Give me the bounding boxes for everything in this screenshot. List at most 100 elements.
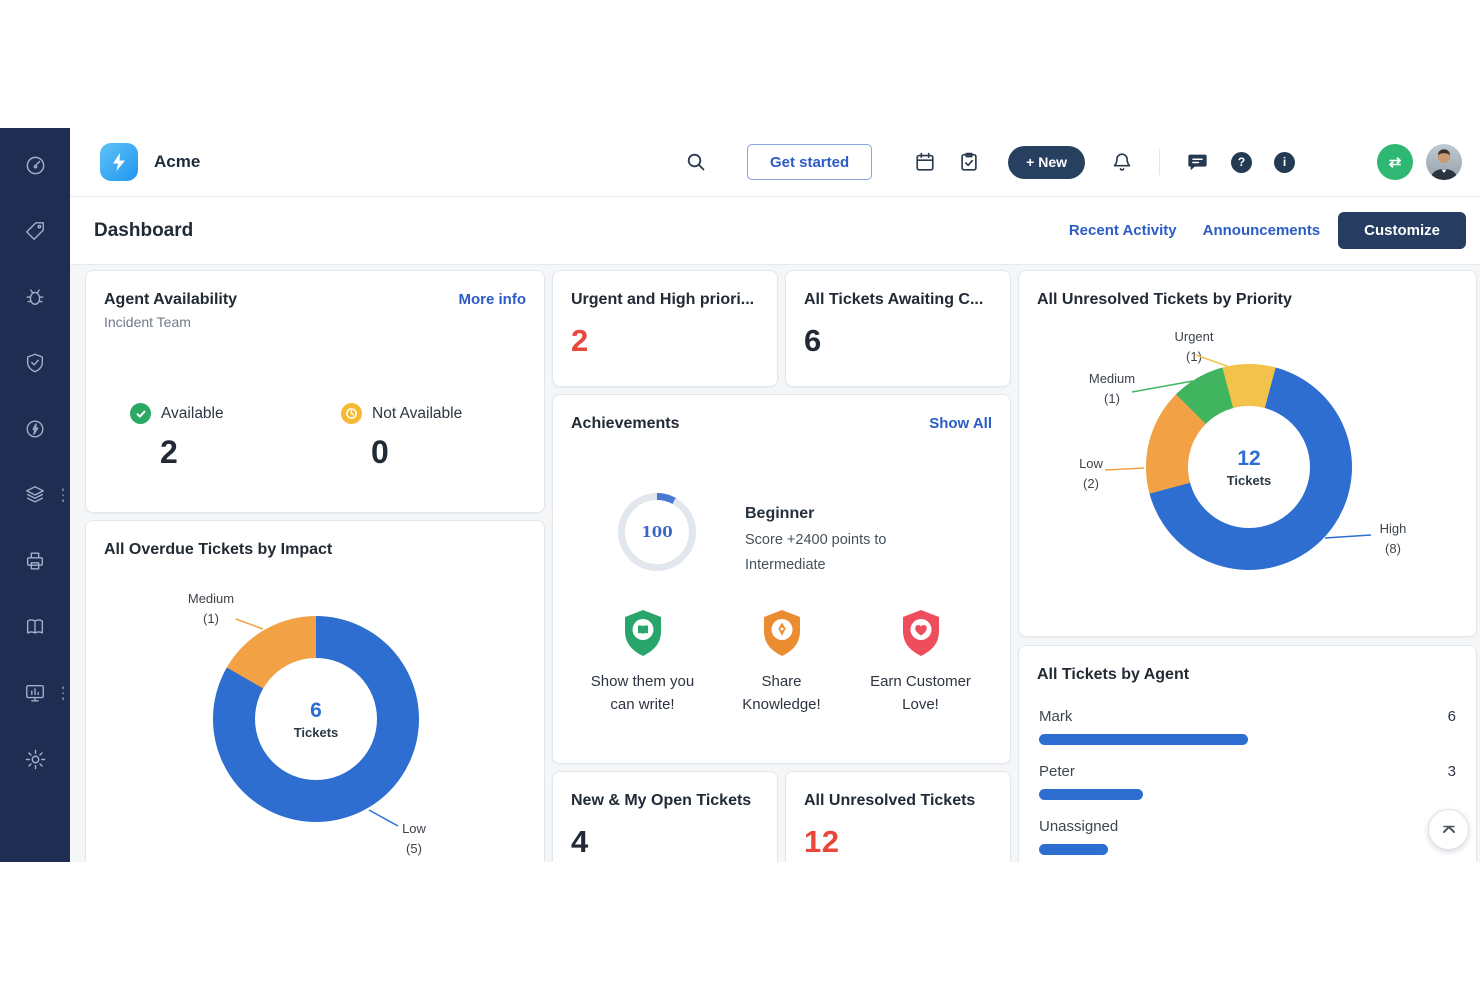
chat-button[interactable] (1186, 151, 1209, 173)
sidebar-item-problems[interactable] (0, 264, 70, 330)
bolt-icon (109, 152, 129, 172)
agent-name: Mark (1039, 708, 1072, 725)
agent-name: Peter (1039, 763, 1075, 780)
sidebar-item-releases[interactable] (0, 396, 70, 462)
card-title: All Tickets Awaiting C... (804, 291, 983, 309)
card-new-my-open: New & My Open Tickets 4 (552, 771, 778, 862)
app-switcher-button[interactable]: ⇄ (1377, 144, 1413, 180)
customize-button[interactable]: Customize (1338, 212, 1466, 249)
badge-label-line2: can write! (591, 693, 694, 716)
tasks-button[interactable] (958, 151, 980, 173)
notifications-button[interactable] (1111, 151, 1133, 173)
not-available-label: Not Available (372, 405, 462, 423)
solutions-icon (24, 616, 46, 638)
agent-row[interactable]: Mark 6 (1039, 708, 1456, 745)
announcements-link[interactable]: Announcements (1203, 222, 1321, 239)
agent-value: 6 (1448, 708, 1456, 725)
releases-icon (24, 418, 46, 440)
badge-label-line2: Knowledge! (742, 693, 820, 716)
brand-logo[interactable] (100, 143, 138, 181)
badge-label-line1: Share (742, 670, 820, 693)
sidebar (0, 128, 70, 862)
user-avatar[interactable] (1426, 144, 1462, 180)
agent-bar[interactable] (1039, 844, 1108, 855)
shield-book-icon (620, 608, 666, 658)
badge-knowledge[interactable]: Share Knowledge! (712, 608, 851, 717)
chevron-up-icon (1441, 822, 1457, 838)
more-info-link[interactable]: More info (459, 291, 527, 308)
achievement-score-line2: Intermediate (745, 557, 886, 573)
problems-icon (24, 286, 46, 308)
new-my-open-value: 4 (571, 824, 589, 860)
donut-center-value: 6 (310, 699, 322, 723)
dashboard-main: Agent Availability Incident Team More in… (70, 265, 1480, 862)
sidebar-item-changes[interactable] (0, 330, 70, 396)
not-available-value: 0 (371, 434, 462, 471)
page-title: Dashboard (94, 220, 193, 242)
donut-center-label: Tickets (1227, 473, 1272, 488)
analytics-kebab-icon[interactable] (62, 686, 65, 700)
chat-icon (1186, 151, 1209, 173)
scroll-to-top-button[interactable] (1428, 809, 1469, 850)
show-all-link[interactable]: Show All (929, 415, 992, 432)
achievement-progress-ring: 100 (618, 493, 696, 571)
impact-donut-chart[interactable]: 6 Tickets (213, 616, 419, 822)
dashboard-bar: Dashboard Recent Activity Announcements … (70, 197, 1480, 265)
label-urgent: Urgent (1) (1159, 327, 1229, 367)
achievement-level: Beginner (745, 505, 886, 523)
new-button[interactable]: + New (1008, 146, 1085, 179)
donut-center-value: 12 (1237, 447, 1260, 471)
agent-row[interactable]: Unassigned (1039, 818, 1456, 855)
sidebar-item-settings[interactable] (0, 726, 70, 792)
sidebar-item-analytics[interactable] (0, 660, 70, 726)
badge-label-line1: Earn Customer (870, 670, 971, 693)
all-unresolved-value: 12 (804, 824, 839, 860)
label-low: Low (2) (1061, 454, 1121, 494)
question-icon: ? (1238, 155, 1245, 169)
search-icon (685, 151, 707, 173)
priority-donut-chart[interactable]: 12 Tickets (1146, 364, 1352, 570)
card-title: All Tickets by Agent (1037, 666, 1189, 684)
top-header: Acme Get started + New ? i ⇄ (70, 128, 1480, 197)
available-check-icon (130, 403, 151, 424)
badge-write[interactable]: Show them you can write! (573, 608, 712, 717)
urgent-high-value: 2 (571, 323, 589, 359)
calendar-button[interactable] (914, 151, 936, 173)
recent-activity-link[interactable]: Recent Activity (1069, 222, 1177, 239)
tickets-awaiting-value: 6 (804, 323, 822, 359)
agent-bar[interactable] (1039, 789, 1143, 800)
sidebar-item-dashboard[interactable] (0, 132, 70, 198)
brand-name: Acme (154, 152, 200, 172)
agent-bar[interactable] (1039, 734, 1248, 745)
card-title: All Overdue Tickets by Impact (104, 541, 332, 559)
not-available-clock-icon (341, 403, 362, 424)
dashboard-bar-actions: Recent Activity Announcements Customize (1069, 212, 1466, 249)
card-title: New & My Open Tickets (571, 792, 751, 810)
label-medium: Medium (1) (1077, 369, 1147, 409)
avatar-person-icon (1426, 144, 1462, 180)
sidebar-item-solutions[interactable] (0, 594, 70, 660)
brand: Acme (100, 143, 200, 181)
achievement-texts: Beginner Score +2400 points to Intermedi… (745, 505, 886, 573)
badge-love[interactable]: Earn Customer Love! (851, 608, 990, 717)
card-title: Urgent and High priori... (571, 291, 754, 309)
card-overdue-by-impact: All Overdue Tickets by Impact 6 Tickets … (85, 520, 545, 862)
sidebar-item-purchase[interactable] (0, 528, 70, 594)
clipboard-check-icon (958, 151, 980, 173)
sidebar-item-tickets[interactable] (0, 198, 70, 264)
agent-bar-chart: Mark 6 Peter 3 Unassigned (1039, 708, 1456, 862)
agent-row[interactable]: Peter 3 (1039, 763, 1456, 800)
get-started-button[interactable]: Get started (747, 144, 872, 180)
achievement-score: 100 (641, 523, 672, 541)
card-title: All Unresolved Tickets by Priority (1037, 291, 1292, 309)
search-button[interactable] (685, 151, 707, 173)
info-button[interactable]: i (1274, 152, 1295, 173)
sidebar-item-assets[interactable] (0, 462, 70, 528)
agent-value: 3 (1448, 763, 1456, 780)
purchase-icon (24, 550, 46, 572)
agent-name: Unassigned (1039, 818, 1118, 835)
assets-kebab-icon[interactable] (62, 488, 65, 502)
shield-pen-icon (759, 608, 805, 658)
help-button[interactable]: ? (1231, 152, 1252, 173)
analytics-icon (24, 682, 46, 704)
